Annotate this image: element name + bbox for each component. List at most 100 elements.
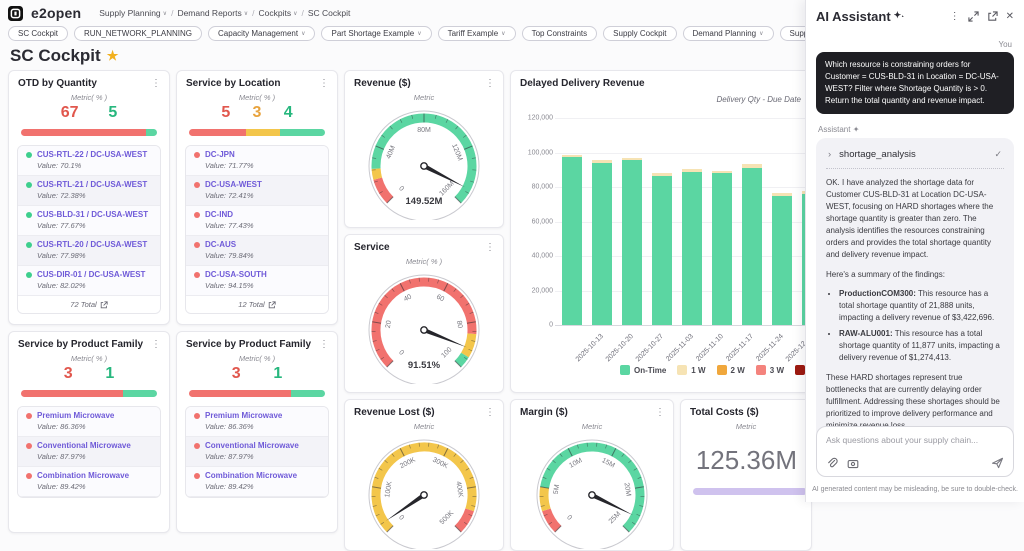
bar[interactable] — [742, 164, 762, 325]
bar-segment-ontime — [712, 173, 732, 325]
dashboard-tab[interactable]: Tariff Example∨ — [438, 26, 516, 41]
list-item-name[interactable]: Combination Microwave — [26, 471, 152, 480]
kebab-menu-icon[interactable]: ⋮ — [485, 79, 495, 89]
kebab-menu-icon[interactable]: ⋮ — [485, 408, 495, 418]
breadcrumb-label: Demand Reports — [177, 8, 241, 18]
card-title: Delayed Delivery Revenue — [520, 78, 645, 89]
y-axis-tick-label: 20,000 — [532, 287, 553, 294]
list-item-name[interactable]: DC-AUS — [194, 240, 320, 249]
list-item-name[interactable]: CUS-BLD-31 / DC-USA-WEST — [26, 210, 152, 219]
bar-segment — [146, 129, 157, 136]
kebab-menu-icon[interactable]: ⋮ — [485, 243, 495, 253]
card-service-by-product-family-1: Service by Product Family⋮Metric( % )31P… — [8, 331, 170, 533]
close-icon[interactable]: ✕ — [1006, 11, 1014, 22]
legend-swatch — [795, 365, 805, 375]
list-item[interactable]: DC-USA-SOUTHValue: 94.15% — [186, 266, 328, 296]
list-item-name[interactable]: CUS-RTL-20 / DC-USA-WEST — [26, 240, 152, 249]
list-item-name[interactable]: Conventional Microwave — [26, 441, 152, 450]
screenshot-icon[interactable] — [847, 458, 859, 469]
kebab-menu-icon[interactable]: ⋮ — [319, 340, 329, 350]
list-item[interactable]: Premium MicrowaveValue: 86.36% — [186, 407, 328, 437]
list-item[interactable]: Conventional MicrowaveValue: 87.97% — [18, 437, 160, 467]
list-item[interactable]: DC-USA-WESTValue: 72.41% — [186, 176, 328, 206]
list-item-name[interactable]: Conventional Microwave — [194, 441, 320, 450]
list-item-name[interactable]: CUS-RTL-22 / DC-USA-WEST — [26, 150, 152, 159]
list-footer-total[interactable]: 12 Total — [186, 296, 328, 313]
total-costs-bar — [693, 488, 807, 495]
list-item[interactable]: DC-JPNValue: 71.77% — [186, 146, 328, 176]
list-item[interactable]: CUS-RTL-22 / DC-USA-WESTValue: 70.1% — [18, 146, 160, 176]
breadcrumb-item[interactable]: SC Cockpit — [308, 8, 351, 18]
list-item[interactable]: CUS-RTL-20 / DC-USA-WESTValue: 77.98% — [18, 236, 160, 266]
x-axis-labels: 2025-10-132025-10-202025-10-272025-11-03… — [547, 329, 811, 369]
list-item[interactable]: Premium MicrowaveValue: 86.36% — [18, 407, 160, 437]
list-item-name[interactable]: CUS-DIR-01 / DC-USA-WEST — [26, 270, 152, 279]
bar-segment — [291, 390, 325, 397]
list-item[interactable]: CUS-BLD-31 / DC-USA-WESTValue: 77.67% — [18, 206, 160, 236]
kebab-menu-icon[interactable]: ⋮ — [151, 79, 161, 89]
card-header: Margin ($)⋮ — [511, 400, 673, 420]
kebab-menu-icon[interactable]: ⋮ — [151, 340, 161, 350]
breadcrumb: Supply Planning∨/Demand Reports∨/Cockpit… — [99, 8, 350, 18]
svg-text:40M: 40M — [385, 145, 397, 160]
dashboard-tab[interactable]: Top Constraints — [522, 26, 598, 41]
breadcrumb-item[interactable]: Supply Planning∨ — [99, 8, 167, 18]
legend-item[interactable]: On-Time — [620, 365, 666, 375]
send-icon[interactable] — [991, 457, 1004, 469]
bar[interactable] — [622, 158, 642, 325]
bar-segment — [280, 129, 325, 136]
list-item[interactable]: Conventional MicrowaveValue: 87.97% — [186, 437, 328, 467]
tool-call-row[interactable]: › shortage_analysis ✓ — [826, 147, 1004, 169]
list-footer-total[interactable]: 72 Total — [18, 296, 160, 313]
list-item-name-text: CUS-RTL-22 / DC-USA-WEST — [37, 150, 147, 159]
list-footer-text: 12 Total — [238, 300, 264, 309]
list-item[interactable]: CUS-RTL-21 / DC-USA-WESTValue: 72.38% — [18, 176, 160, 206]
list-item-name[interactable]: Combination Microwave — [194, 471, 320, 480]
expand-icon[interactable] — [968, 11, 979, 22]
assistant-label-text: Assistant — [818, 125, 850, 134]
kebab-menu-icon[interactable]: ⋮ — [319, 79, 329, 89]
bar[interactable] — [772, 193, 792, 325]
attachment-icon[interactable] — [826, 457, 838, 469]
dashboard-tab[interactable]: Supply Cockpit — [603, 26, 676, 41]
list-item-name[interactable]: DC-JPN — [194, 150, 320, 159]
dashboard-tab[interactable]: Capacity Management∨ — [208, 26, 315, 41]
page-title-text: SC Cockpit — [10, 46, 101, 66]
dashboard-tab[interactable]: Demand Planning∨ — [683, 26, 774, 41]
list-item-name[interactable]: CUS-RTL-21 / DC-USA-WEST — [26, 180, 152, 189]
bar[interactable] — [712, 171, 732, 325]
list-item[interactable]: Combination MicrowaveValue: 89.42% — [186, 467, 328, 497]
breadcrumb-item[interactable]: Demand Reports∨ — [177, 8, 248, 18]
list-item[interactable]: CUS-DIR-01 / DC-USA-WESTValue: 82.02% — [18, 266, 160, 296]
metric-label: Metric — [345, 422, 503, 431]
list-item[interactable]: DC-AUSValue: 79.84% — [186, 236, 328, 266]
legend-item[interactable]: 3 W — [756, 365, 784, 375]
dashboard-tab[interactable]: RUN_NETWORK_PLANNING — [74, 26, 202, 41]
list-item-name[interactable]: DC-USA-WEST — [194, 180, 320, 189]
list-item-name[interactable]: DC-USA-SOUTH — [194, 270, 320, 279]
list-item-name[interactable]: DC-IND — [194, 210, 320, 219]
bar[interactable] — [682, 169, 702, 325]
svg-text:100K: 100K — [384, 481, 394, 499]
dashboard-tab[interactable]: Part Shortage Example∨ — [321, 26, 431, 41]
open-in-new-window-icon[interactable] — [987, 11, 998, 22]
metric-segment-bar — [189, 129, 325, 136]
gridline — [555, 153, 807, 154]
bar[interactable] — [562, 155, 582, 325]
chat-input-placeholder: Ask questions about your supply chain... — [826, 435, 1004, 445]
list-item[interactable]: DC-INDValue: 77.43% — [186, 206, 328, 236]
dashboard-tab[interactable]: SC Cockpit — [8, 26, 68, 41]
bar[interactable] — [592, 160, 612, 325]
list-item-name[interactable]: Premium Microwave — [26, 411, 152, 420]
ai-disclaimer: AI generated content may be misleading, … — [806, 486, 1024, 493]
favorite-star-icon[interactable]: ★ — [107, 48, 119, 64]
list-item[interactable]: Combination MicrowaveValue: 89.42% — [18, 467, 160, 497]
legend-item[interactable]: 1 W — [677, 365, 705, 375]
bar[interactable] — [652, 173, 672, 325]
kebab-menu-icon[interactable]: ⋮ — [655, 408, 665, 418]
chat-input-box[interactable]: Ask questions about your supply chain... — [816, 426, 1014, 477]
list-item-name[interactable]: Premium Microwave — [194, 411, 320, 420]
breadcrumb-item[interactable]: Cockpits∨ — [258, 8, 297, 18]
panel-menu-icon[interactable]: ⋮ — [950, 11, 960, 22]
legend-item[interactable]: 2 W — [717, 365, 745, 375]
